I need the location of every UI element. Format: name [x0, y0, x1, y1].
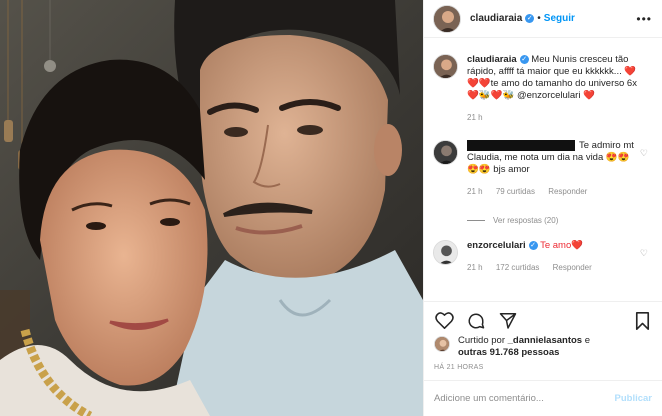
likes-others[interactable]: outras 91.768 pessoas [458, 347, 559, 358]
share-icon[interactable] [498, 311, 518, 331]
caption-body: claudiaraia ✓ Meu Nunis cresceu tão rápid… [467, 54, 639, 124]
reply-button[interactable]: Responder [553, 263, 592, 272]
view-replies-label: Ver respostas (20) [493, 216, 559, 226]
comment-meta: 21 h 79 curtidas Responder [467, 186, 639, 198]
liker-username[interactable]: _dannielasantos [508, 335, 582, 346]
commenter-avatar[interactable] [433, 240, 458, 266]
comment-body: enzorcelulari ✓ Te amo❤️ 21 h 172 curtida… [467, 240, 639, 274]
liker-avatar[interactable] [434, 336, 450, 352]
likes-text: Curtido por _dannielasantos e outras 91.… [458, 335, 590, 359]
reply-button[interactable]: Responder [548, 187, 587, 196]
comment-time[interactable]: 21 h [467, 263, 483, 272]
photo-illustration [0, 0, 423, 416]
caption-avatar[interactable] [433, 54, 458, 79]
separator-dot: • [537, 13, 541, 24]
comment: enzorcelulari ✓ Te amo❤️ 21 h 172 curtida… [433, 240, 652, 274]
like-heart-icon[interactable] [434, 311, 454, 331]
like-comment-heart-icon[interactable]: ♡ [640, 148, 648, 159]
caption-username[interactable]: claudiaraia [467, 54, 517, 65]
add-comment-bar: Publicar [424, 380, 662, 416]
post-side-panel: claudiaraia ✓ • Seguir ••• claudiaraia ✓ … [423, 0, 662, 416]
likes-summary: Curtido por _dannielasantos e outras 91.… [434, 335, 652, 359]
commenter-avatar[interactable] [433, 140, 458, 165]
more-options-icon[interactable]: ••• [636, 12, 652, 26]
post-actions [424, 301, 662, 339]
verified-badge-icon: ✓ [525, 14, 535, 23]
comment-meta: 21 h 172 curtidas Responder [467, 262, 639, 274]
comment-body: Te admiro mt Claudia, me nota um dia na … [467, 140, 639, 198]
post-photo[interactable] [0, 0, 423, 416]
likes-prefix: Curtido por [458, 335, 505, 346]
verified-badge-icon: ✓ [519, 54, 529, 64]
comment-likes[interactable]: 172 curtidas [496, 263, 540, 272]
like-comment-heart-icon[interactable]: ♡ [640, 248, 648, 259]
caption-meta: 21 h [467, 112, 639, 124]
comment-text: Te amo❤️ [540, 240, 584, 252]
likes-middle: e [584, 335, 591, 346]
publish-button[interactable]: Publicar [615, 393, 653, 404]
replies-line [467, 220, 485, 222]
view-replies-button[interactable]: Ver respostas (20) [467, 216, 652, 225]
post-header: claudiaraia ✓ • Seguir ••• [424, 0, 662, 38]
comment-username[interactable]: enzorcelulari [467, 240, 526, 251]
comment-likes[interactable]: 79 curtidas [496, 187, 535, 196]
verified-badge-icon: ✓ [528, 241, 538, 250]
comment: Te admiro mt Claudia, me nota um dia na … [433, 140, 652, 198]
caption: claudiaraia ✓ Meu Nunis cresceu tão rápid… [433, 54, 652, 124]
comment-input[interactable] [434, 393, 607, 404]
follow-button[interactable]: Seguir [544, 13, 575, 24]
author-avatar[interactable] [433, 4, 461, 33]
author-username[interactable]: claudiaraia [470, 13, 522, 24]
bookmark-icon[interactable] [632, 311, 652, 331]
comment-bubble-icon[interactable] [466, 311, 486, 331]
redacted-username [467, 140, 575, 151]
comments-list[interactable]: claudiaraia ✓ Meu Nunis cresceu tão rápid… [424, 39, 662, 301]
post-timestamp[interactable]: HÁ 21 HORAS [434, 364, 484, 371]
caption-time[interactable]: 21 h [467, 113, 483, 122]
comment-time[interactable]: 21 h [467, 187, 483, 196]
